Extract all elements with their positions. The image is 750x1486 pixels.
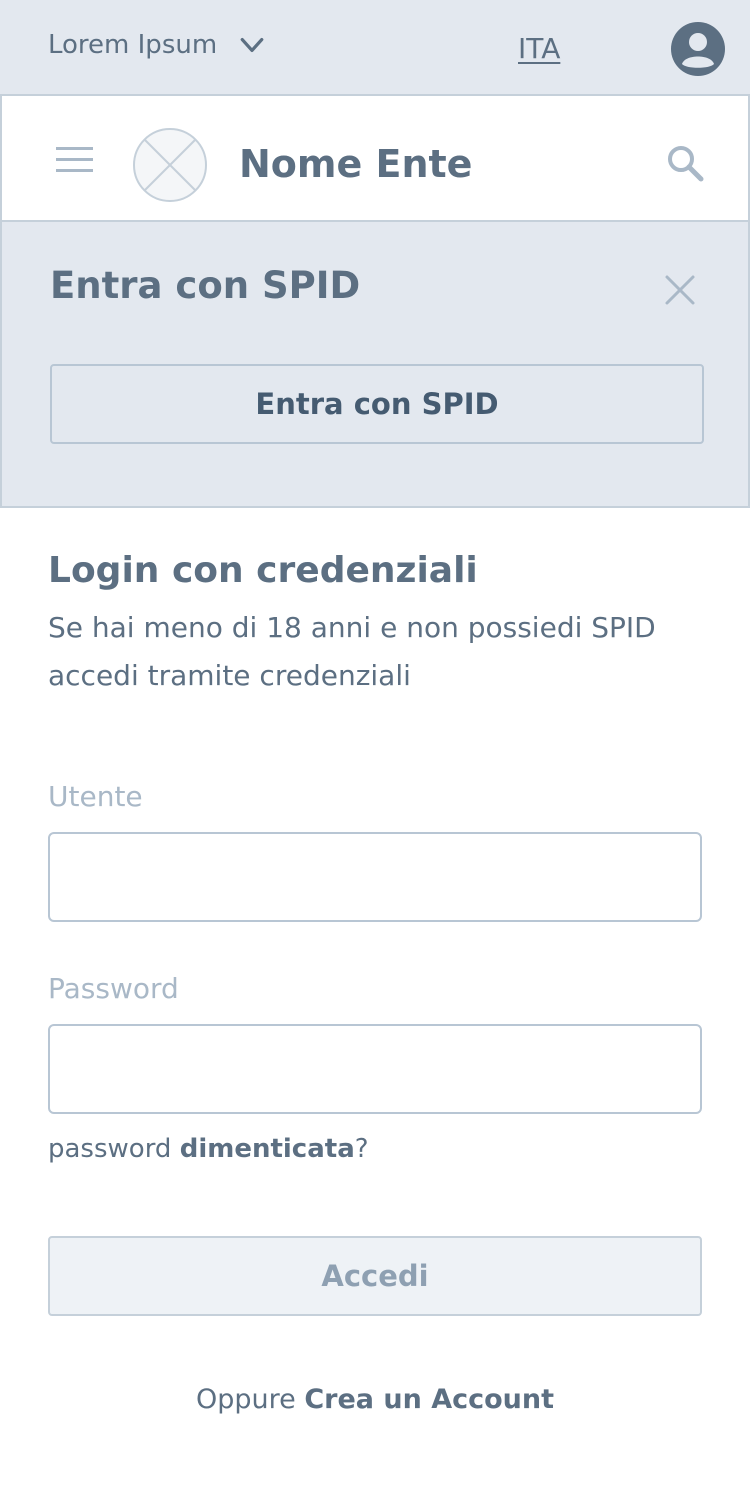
org-selector[interactable]: Lorem Ipsum	[48, 30, 265, 60]
create-account-link[interactable]: Crea un Account	[304, 1384, 554, 1415]
forgot-password: password dimenticata?	[48, 1134, 369, 1164]
login-title: Login con credenziali	[48, 550, 478, 591]
login-description: Se hai meno di 18 anni e non possiedi SP…	[48, 611, 656, 692]
top-utility-bar: Lorem Ipsum ITA	[0, 0, 750, 96]
forgot-suffix: ?	[354, 1134, 369, 1164]
spid-login-button[interactable]: Entra con SPID	[50, 364, 704, 444]
close-icon[interactable]	[664, 274, 696, 306]
user-field[interactable]	[48, 832, 702, 922]
user-field-label: Utente	[48, 780, 143, 813]
spid-heading: Entra con SPID	[50, 264, 361, 307]
site-title[interactable]: Nome Ente	[239, 142, 472, 186]
forgot-prefix: password	[48, 1134, 172, 1164]
forgot-password-link[interactable]: dimenticata	[180, 1134, 355, 1164]
create-account-prefix: Oppure	[195, 1384, 296, 1415]
chevron-down-icon	[240, 37, 264, 53]
site-header: Nome Ente	[0, 96, 750, 222]
password-field[interactable]	[48, 1024, 702, 1114]
search-icon[interactable]	[666, 144, 704, 182]
hamburger-menu-icon[interactable]	[56, 147, 93, 172]
password-field-label: Password	[48, 972, 179, 1005]
language-selector[interactable]: ITA	[518, 32, 560, 65]
spid-panel: Entra con SPID Entra con SPID	[0, 222, 750, 508]
user-avatar-icon[interactable]	[671, 22, 725, 76]
logo-placeholder-icon	[133, 128, 207, 202]
org-selector-label: Lorem Ipsum	[48, 30, 218, 60]
create-account-line: Oppure Crea un Account	[0, 1384, 750, 1415]
login-submit-button[interactable]: Accedi	[48, 1236, 702, 1316]
